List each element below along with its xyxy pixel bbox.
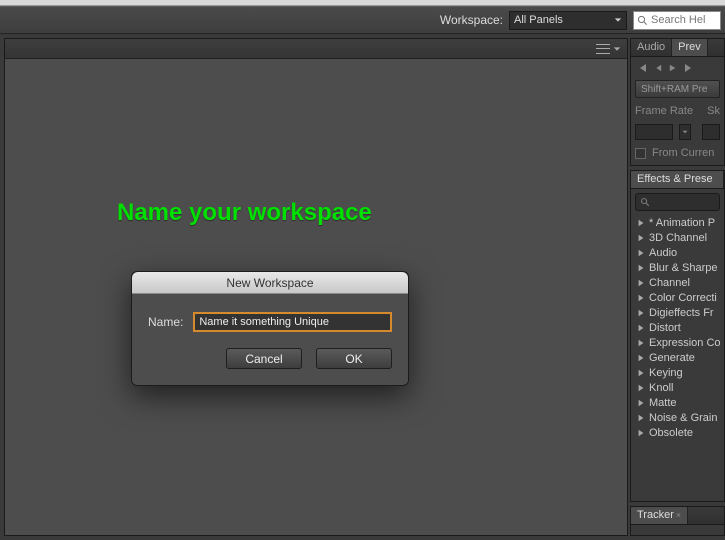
cancel-button[interactable]: Cancel (226, 348, 302, 369)
effects-category-label: Expression Co (649, 337, 720, 349)
effects-category-label: Color Correcti (649, 292, 717, 304)
effects-category-label: 3D Channel (649, 232, 707, 244)
effects-category-item[interactable]: * Animation P (635, 215, 720, 230)
play-icon[interactable] (669, 63, 677, 73)
preview-panel: Audio Prev Shift+RAM Pre Frame Rate Sk (630, 38, 725, 166)
new-workspace-dialog: New Workspace Name: Cancel OK (131, 271, 409, 386)
disclosure-triangle-icon (637, 369, 645, 377)
disclosure-triangle-icon (637, 354, 645, 362)
disclosure-triangle-icon (637, 264, 645, 272)
effects-category-label: Channel (649, 277, 690, 289)
disclosure-triangle-icon (637, 249, 645, 257)
first-frame-icon[interactable] (637, 63, 647, 73)
disclosure-triangle-icon (637, 324, 645, 332)
effects-category-label: Audio (649, 247, 677, 259)
effects-search-input[interactable] (635, 193, 720, 211)
panel-menu-icon[interactable] (596, 44, 610, 54)
effects-category-label: Obsolete (649, 427, 693, 439)
disclosure-triangle-icon (637, 279, 645, 287)
close-icon[interactable]: × (676, 510, 681, 520)
disclosure-triangle-icon (637, 294, 645, 302)
skip-label: Sk (707, 105, 720, 117)
frame-rate-dropdown[interactable] (679, 124, 691, 140)
disclosure-triangle-icon (637, 219, 645, 227)
effects-category-item[interactable]: Generate (635, 350, 720, 365)
effects-category-label: Digieffects Fr (649, 307, 714, 319)
next-frame-icon[interactable] (684, 63, 694, 73)
effects-panel: Effects & Prese * Animation P 3D Channel A… (630, 170, 725, 502)
dialog-title: New Workspace (132, 272, 408, 294)
disclosure-triangle-icon (637, 399, 645, 407)
from-current-label: From Curren (652, 147, 714, 159)
tracker-tab-label: Tracker (637, 509, 674, 521)
effects-category-item[interactable]: Knoll (635, 380, 720, 395)
instruction-overlay: Name your workspace (117, 199, 372, 227)
effects-category-item[interactable]: Distort (635, 320, 720, 335)
effects-category-item[interactable]: Keying (635, 365, 720, 380)
frame-rate-label: Frame Rate (635, 105, 693, 117)
effects-category-label: Knoll (649, 382, 673, 394)
viewer-header (5, 39, 627, 59)
disclosure-triangle-icon (637, 339, 645, 347)
ok-button[interactable]: OK (316, 348, 392, 369)
chevron-down-icon (614, 16, 622, 24)
workspace-value: All Panels (514, 14, 563, 26)
shift-ram-preview-button[interactable]: Shift+RAM Pre (635, 80, 720, 98)
workspace-dropdown[interactable]: All Panels (509, 11, 627, 30)
help-search-input[interactable]: Search Hel (633, 11, 721, 30)
search-icon (640, 197, 650, 207)
workspace-name-input[interactable] (193, 312, 392, 332)
workspace-label: Workspace: (440, 13, 503, 27)
disclosure-triangle-icon (637, 429, 645, 437)
tab-effects-presets[interactable]: Effects & Prese (631, 171, 724, 188)
effects-category-label: * Animation P (649, 217, 715, 229)
effects-category-item[interactable]: Channel (635, 275, 720, 290)
effects-category-item[interactable]: Color Correcti (635, 290, 720, 305)
disclosure-triangle-icon (637, 309, 645, 317)
chevron-down-icon (613, 45, 621, 53)
effects-category-label: Matte (649, 397, 677, 409)
disclosure-triangle-icon (637, 384, 645, 392)
main-viewer-panel: Name your workspace New Workspace Name: … (4, 38, 628, 536)
name-label: Name: (148, 315, 183, 329)
prev-frame-icon[interactable] (654, 63, 662, 73)
tab-preview[interactable]: Prev (672, 39, 708, 56)
effects-category-label: Noise & Grain (649, 412, 717, 424)
disclosure-triangle-icon (637, 234, 645, 242)
help-search-placeholder: Search Hel (651, 14, 705, 26)
effects-category-item[interactable]: Blur & Sharpe (635, 260, 720, 275)
effects-category-item[interactable]: Expression Co (635, 335, 720, 350)
effects-category-label: Blur & Sharpe (649, 262, 717, 274)
effects-list: * Animation P 3D Channel Audio Blur & Sharp… (635, 215, 720, 440)
effects-category-label: Keying (649, 367, 683, 379)
effects-category-item[interactable]: Noise & Grain (635, 410, 720, 425)
effects-category-item[interactable]: Digieffects Fr (635, 305, 720, 320)
effects-category-item[interactable]: 3D Channel (635, 230, 720, 245)
tab-audio[interactable]: Audio (631, 39, 672, 56)
search-icon (637, 15, 648, 26)
from-current-checkbox[interactable] (635, 148, 646, 159)
effects-category-item[interactable]: Obsolete (635, 425, 720, 440)
top-toolbar: Workspace: All Panels Search Hel (0, 6, 725, 34)
skip-field[interactable] (702, 124, 720, 140)
effects-category-label: Generate (649, 352, 695, 364)
effects-category-label: Distort (649, 322, 681, 334)
effects-category-item[interactable]: Audio (635, 245, 720, 260)
frame-rate-field[interactable] (635, 124, 673, 140)
tab-tracker[interactable]: Tracker× (631, 507, 688, 524)
disclosure-triangle-icon (637, 414, 645, 422)
tracker-panel: Tracker× (630, 506, 725, 536)
effects-category-item[interactable]: Matte (635, 395, 720, 410)
